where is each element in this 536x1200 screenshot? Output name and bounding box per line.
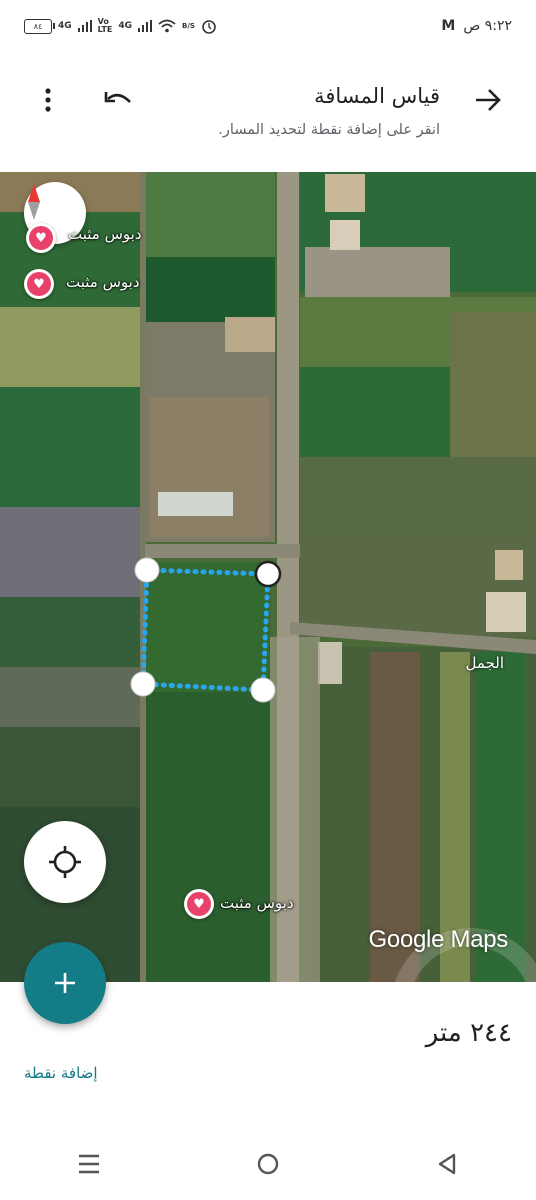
signal-icon-2 — [138, 20, 153, 32]
add-point-fab[interactable] — [24, 942, 106, 1024]
back-nav-button[interactable] — [417, 1134, 477, 1194]
plus-icon — [55, 973, 75, 993]
back-button[interactable] — [468, 80, 508, 120]
pin-label: دبوس مثبت — [220, 894, 294, 912]
undo-icon — [104, 92, 131, 103]
status-bar: ٨٤ 4G Vo LTE 4G B/S ٩:٢٢ ص M — [0, 0, 536, 60]
battery-level: ٨٤ — [33, 21, 43, 31]
back-triangle-icon — [438, 1153, 455, 1175]
heart-icon: ♥ — [187, 892, 211, 916]
crosshair-icon — [49, 846, 81, 878]
measure-point[interactable] — [134, 557, 160, 583]
page-subtitle: انقر على إضافة نقطة لتحديد المسار. — [218, 122, 440, 138]
net-speed-label: B/S — [182, 22, 195, 30]
menu-lines-icon — [79, 1154, 100, 1174]
pinned-location-marker[interactable]: ♥ — [26, 223, 56, 253]
measure-header: قياس المسافة انقر على إضافة نقطة لتحديد … — [0, 60, 536, 172]
my-location-button[interactable] — [24, 821, 106, 903]
home-circle-icon — [257, 1153, 279, 1175]
network-4g-label-2: 4G — [118, 21, 133, 31]
home-button[interactable] — [238, 1134, 298, 1194]
add-point-link[interactable]: إضافة نقطة — [24, 1064, 98, 1082]
pinned-location-marker[interactable]: ♥ — [184, 889, 214, 919]
status-icons: ٨٤ 4G Vo LTE 4G B/S — [24, 18, 217, 34]
recent-apps-button[interactable] — [59, 1134, 119, 1194]
volte-label: Vo LTE — [97, 17, 113, 34]
wifi-icon — [158, 19, 176, 33]
signal-icon — [77, 20, 92, 32]
clock-time: ٩:٢٢ ص — [463, 18, 512, 34]
more-vert-icon — [45, 88, 51, 112]
status-time-area: ٩:٢٢ ص M — [441, 18, 512, 34]
compass-icon — [28, 184, 40, 220]
battery-icon: ٨٤ — [24, 18, 55, 34]
measure-point-active[interactable] — [254, 560, 282, 588]
measure-point[interactable] — [250, 677, 276, 703]
pinned-location-marker[interactable]: ♥ — [24, 269, 54, 299]
heart-icon: ♥ — [27, 272, 51, 296]
undo-button[interactable] — [98, 80, 138, 120]
total-distance: ٢٤٤ متر — [425, 1018, 512, 1048]
heart-icon: ♥ — [29, 226, 53, 250]
pin-label: دبوس مثبت — [68, 225, 142, 243]
network-4g-label: 4G — [58, 21, 72, 31]
arrow-right-icon — [476, 89, 501, 111]
page-title: قياس المسافة — [314, 84, 440, 108]
alarm-icon — [202, 20, 216, 34]
pin-label: دبوس مثبت — [66, 273, 140, 291]
google-maps-watermark: Google Maps — [368, 926, 509, 953]
gmail-icon: M — [441, 18, 456, 34]
more-options-button[interactable] — [28, 80, 68, 120]
system-nav-bar — [0, 1128, 536, 1200]
measure-point[interactable] — [130, 671, 156, 697]
road-label: الجمل — [465, 654, 504, 672]
